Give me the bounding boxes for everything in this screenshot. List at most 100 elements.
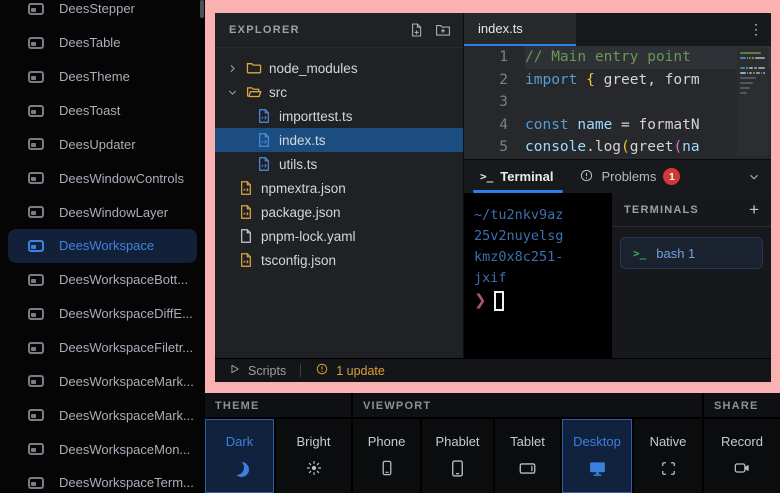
preview-stage: EXPLORER node_modulessrcimporttest.tsind… [205,0,780,393]
sidebar-item-deeswindowlayer[interactable]: DeesWindowLayer [8,195,197,229]
new-folder-icon[interactable] [435,22,451,38]
tree-item-tsconfig-json[interactable]: tsconfig.json [215,248,463,272]
sidebar-item-deesworkspacediffe[interactable]: DeesWorkspaceDiffE... [8,297,197,331]
tree-item-index-ts[interactable]: index.ts [215,128,463,152]
minimap[interactable] [737,48,768,156]
record-icon [733,458,751,478]
terminal-line: ~/tu2nkv9az [474,205,610,226]
phablet-button[interactable]: Phablet [422,419,493,493]
editor-tab-label: index.ts [478,21,523,36]
sidebar-item-deesworkspacefiletr[interactable]: DeesWorkspaceFiletr... [8,331,197,365]
sidebar-item-deesworkspacemark[interactable]: DeesWorkspaceMark... [8,364,197,398]
tab-terminal[interactable]: >_ Terminal [480,160,553,193]
component-icon [28,105,44,117]
new-file-icon[interactable] [409,22,425,38]
sidebar-item-deesworkspacemon[interactable]: DeesWorkspaceMon... [8,432,197,466]
terminal-output[interactable]: ~/tu2nkv9az25v2nuyelsgkmz0x8c251-jxif ❯ [464,193,610,358]
component-icon [28,443,44,455]
tree-item-label: package.json [261,205,341,220]
tree-item-node-modules[interactable]: node_modules [215,56,463,80]
line-number: 3 [464,91,508,114]
scripts-button[interactable]: Scripts [227,362,286,379]
sidebar-item-label: DeesWorkspace [59,238,154,253]
play-icon [227,362,241,379]
update-button[interactable]: 1 update [315,362,385,379]
tab-problems-label: Problems [601,169,656,184]
tree-item-src[interactable]: src [215,80,463,104]
tree-item-utils-ts[interactable]: utils.ts [215,152,463,176]
code-line-text: import { greet, form [525,69,771,92]
tree-item-pnpm-lock-yaml[interactable]: pnpm-lock.yaml [215,224,463,248]
workspace-statusbar: Scripts 1 update [215,358,771,382]
sidebar-item-label: DeesWorkspaceMon... [59,442,190,457]
sidebar-item-label: DeesWorkspaceFiletr... [59,340,193,355]
sidebar-item-deesworkspacemark[interactable]: DeesWorkspaceMark... [8,398,197,432]
sidebar-item-deesworkspacebott[interactable]: DeesWorkspaceBott... [8,263,197,297]
sidebar-item-deestoast[interactable]: DeesToast [8,94,197,128]
tree-item-npmextra-json[interactable]: npmextra.json [215,176,463,200]
sidebar-scrollbar[interactable] [200,0,204,18]
tree-item-label: node_modules [269,61,358,76]
tree-item-label: index.ts [279,133,326,148]
record-button[interactable]: Record [704,419,780,493]
sidebar-item-deesworkspaceterm[interactable]: DeesWorkspaceTerm... [8,466,197,493]
code-line: 2import { greet, form [464,69,771,92]
catalog-toolbar: THEMEVIEWPORTSHARE DarkBrightPhonePhable… [205,393,780,493]
terminals-title: TERMINALS [624,204,749,216]
toolbar-button-label: Phablet [435,434,479,449]
sidebar-item-label: DeesToast [59,103,120,118]
chevron-down-icon[interactable] [225,86,239,99]
phone-button[interactable]: Phone [353,419,420,493]
desktop-icon [588,458,607,478]
sidebar-item-deesstepper[interactable]: DeesStepper [8,0,197,26]
terminal-session-bash-1[interactable]: >_ bash 1 [620,237,763,269]
tree-item-label: importtest.ts [279,109,353,124]
component-icon [28,206,44,218]
file-tree: node_modulessrc importtest.ts index.ts util… [215,48,463,272]
tree-item-label: pnpm-lock.yaml [261,229,356,244]
line-number: 5 [464,136,508,159]
moon-icon [229,458,250,478]
tree-item-importtest-ts[interactable]: importtest.ts [215,104,463,128]
sidebar-item-label: DeesTable [59,35,120,50]
chevron-right-icon[interactable] [225,62,239,75]
bash-prompt-icon: >_ [633,247,646,260]
component-icon [28,274,44,286]
component-sidebar: DeesStepper DeesTable DeesTheme DeesToast De… [0,0,205,493]
sidebar-item-deestheme[interactable]: DeesTheme [8,60,197,94]
bright-button[interactable]: Bright [276,419,351,493]
tree-item-package-json[interactable]: package.json [215,200,463,224]
tree-item-label: npmextra.json [261,181,346,196]
add-terminal-icon[interactable]: + [749,200,759,220]
component-icon [28,138,44,150]
native-button[interactable]: Native [634,419,702,493]
code-line: 5console.log(greet(na [464,136,771,159]
tree-item-label: utils.ts [279,157,317,172]
kebab-menu-icon[interactable]: ⋮ [749,13,763,46]
tablet-button[interactable]: Tablet [495,419,560,493]
terminal-prompt-icon: >_ [480,170,493,183]
chevron-down-icon[interactable] [747,160,761,193]
tab-terminal-label: Terminal [500,169,553,184]
sidebar-item-label: DeesWindowControls [59,171,184,186]
toolbar-button-label: Native [650,434,687,449]
sidebar-item-deestable[interactable]: DeesTable [8,26,197,60]
code-editor[interactable]: 1// Main entry point2import { greet, for… [464,46,771,159]
desktop-button[interactable]: Desktop [562,419,632,493]
sidebar-item-label: DeesUpdater [59,137,136,152]
dark-button[interactable]: Dark [205,419,274,493]
file-icon [238,228,254,244]
scripts-label: Scripts [248,364,286,378]
sidebar-item-deeswindowcontrols[interactable]: DeesWindowControls [8,161,197,195]
editor-tab-index-ts[interactable]: index.ts [464,13,576,46]
tab-problems[interactable]: Problems 1 [579,160,680,193]
panel-tabbar: >_ Terminal Problems 1 [464,159,771,193]
component-icon [28,71,44,83]
sidebar-item-deesworkspace[interactable]: DeesWorkspace [8,229,197,263]
sidebar-item-deesupdater[interactable]: DeesUpdater [8,127,197,161]
toolbar-button-label: Phone [368,434,406,449]
toolbar-button-label: Bright [297,434,331,449]
workspace-window: EXPLORER node_modulessrcimporttest.tsind… [215,13,771,382]
code-lines: 1// Main entry point2import { greet, for… [464,46,771,159]
ts-file-icon [256,108,272,124]
